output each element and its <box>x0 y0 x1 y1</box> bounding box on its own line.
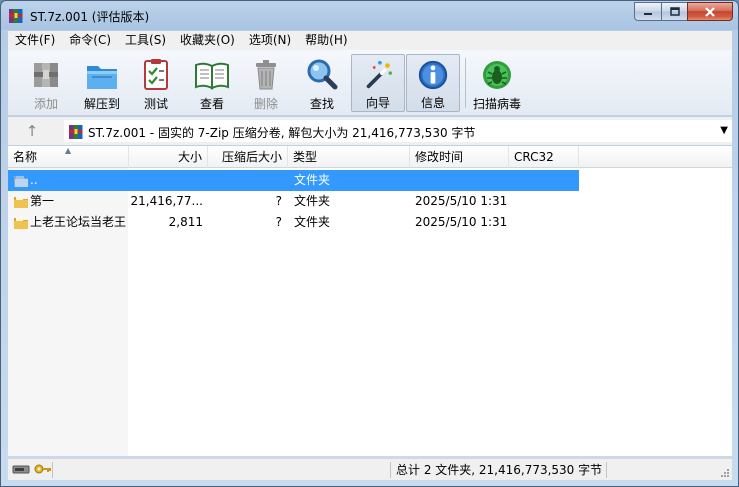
close-icon <box>705 6 715 17</box>
resize-grip-icon[interactable] <box>720 468 730 478</box>
folder-icon <box>14 196 28 208</box>
row-modified: 2025/5/10 1:31 <box>415 194 507 208</box>
title-bar[interactable]: ST.7z.001 (评估版本) <box>1 1 738 31</box>
row-name: 第一 <box>30 194 55 208</box>
path-field[interactable]: ST.7z.001 - 固实的 7-Zip 压缩分卷, 解包大小为 21,416… <box>64 120 732 142</box>
status-summary: 总计 2 文件夹, 21,416,773,530 字节 <box>396 463 603 477</box>
view-book-icon <box>195 62 229 90</box>
up-one-level-button[interactable]: ↑ <box>8 119 56 143</box>
row-type: 文件夹 <box>294 215 331 229</box>
status-separator <box>390 462 391 478</box>
row-modified: 2025/5/10 1:31 <box>415 215 507 229</box>
menu-file[interactable]: 文件(F) <box>8 31 62 50</box>
trash-icon <box>256 60 276 90</box>
up-arrow-icon: ↑ <box>25 122 39 140</box>
row-type: 文件夹 <box>294 194 331 208</box>
add-archive-icon <box>34 63 58 87</box>
virus-scan-button[interactable]: 扫描病毒 <box>470 54 524 112</box>
magnifier-icon <box>307 59 338 90</box>
row-size: 2,811 <box>168 215 203 229</box>
add-button[interactable]: 添加 <box>25 54 67 112</box>
view-button[interactable]: 查看 <box>190 54 234 112</box>
caption-buttons <box>634 2 733 22</box>
row-modified <box>415 170 507 191</box>
info-label: 信息 <box>420 96 445 110</box>
row-type: 文件夹 <box>294 173 331 187</box>
row-packed-size: ? <box>275 194 282 208</box>
address-bar: ↑ ST.7z.001 - 固实的 7-Zip 压缩分卷, 解包大小为 21,4… <box>8 117 732 145</box>
table-row[interactable]: 上老王论坛当老王 2,811 ? 文件夹 2025/5/10 1:31 <box>8 212 579 233</box>
wizard-label: 向导 <box>365 96 390 110</box>
virus-scan-label: 扫描病毒 <box>472 97 521 111</box>
window-title: ST.7z.001 (评估版本) <box>30 10 150 24</box>
column-header-name[interactable]: 名称 ▲ <box>8 146 129 168</box>
extract-to-label: 解压到 <box>83 97 120 111</box>
extract-to-button[interactable]: 解压到 <box>80 54 124 112</box>
toolbar-separator <box>465 58 466 108</box>
info-button[interactable]: 信息 <box>406 54 460 112</box>
drive-icon[interactable] <box>12 463 30 475</box>
sort-ascending-icon: ▲ <box>65 146 72 155</box>
row-crc32 <box>514 191 578 212</box>
row-crc32 <box>514 170 578 191</box>
magic-wand-icon <box>366 60 392 89</box>
status-separator <box>52 462 53 478</box>
menu-commands[interactable]: 命令(C) <box>62 31 118 50</box>
virus-bug-icon <box>483 61 511 89</box>
info-icon <box>418 60 448 90</box>
find-label: 查找 <box>309 97 334 111</box>
table-row[interactable]: 第一 21,416,77... ? 文件夹 2025/5/10 1:31 <box>8 191 579 212</box>
maximize-button[interactable] <box>661 2 687 21</box>
minimize-button[interactable] <box>634 2 661 21</box>
table-row[interactable]: .. 文件夹 <box>8 170 579 191</box>
row-crc32 <box>514 212 578 233</box>
row-packed-size <box>208 170 282 191</box>
status-icons <box>12 463 52 475</box>
archive-icon <box>69 125 83 139</box>
maximize-icon <box>669 7 680 16</box>
list-header: 名称 ▲ 大小 压缩后大小 类型 修改时间 CRC32 <box>8 146 732 168</box>
row-name: .. <box>30 173 38 187</box>
minimize-icon <box>644 12 652 15</box>
row-name: 上老王论坛当老王 <box>30 215 127 229</box>
row-size: 21,416,77... <box>130 194 203 208</box>
status-separator <box>606 462 607 478</box>
status-bar: 总计 2 文件夹, 21,416,773,530 字节 <box>8 458 732 480</box>
column-header-size[interactable]: 大小 <box>129 146 208 168</box>
row-packed-size: ? <box>275 215 282 229</box>
test-label: 测试 <box>143 97 168 111</box>
parent-folder-icon <box>14 176 28 187</box>
test-button[interactable]: 测试 <box>136 54 176 112</box>
menu-tools[interactable]: 工具(S) <box>118 31 173 50</box>
column-header-modified[interactable]: 修改时间 <box>410 146 509 168</box>
file-list[interactable]: 名称 ▲ 大小 压缩后大小 类型 修改时间 CRC32 .. 文件夹 第一 21… <box>8 146 732 456</box>
delete-label: 删除 <box>253 97 278 111</box>
key-icon[interactable] <box>34 463 52 475</box>
column-header-type[interactable]: 类型 <box>288 146 410 168</box>
column-header-crc32[interactable]: CRC32 <box>509 146 579 168</box>
delete-button[interactable]: 删除 <box>246 54 286 112</box>
path-dropdown-icon[interactable]: ▼ <box>720 125 728 136</box>
toolbar: 添加 解压到 测试 查看 删除 查找 向导 信息 扫描病毒 <box>8 50 732 116</box>
winrar-window: ST.7z.001 (评估版本) 文件(F) 命令(C) 工具(S) 收藏夹(O… <box>0 0 739 487</box>
menu-options[interactable]: 选项(N) <box>242 31 298 50</box>
find-button[interactable]: 查找 <box>302 54 342 112</box>
view-label: 查看 <box>199 97 224 111</box>
extract-folder-icon <box>87 66 117 89</box>
menu-bar: 文件(F) 命令(C) 工具(S) 收藏夹(O) 选项(N) 帮助(H) <box>8 31 732 50</box>
test-checklist-icon <box>144 59 168 90</box>
add-label: 添加 <box>33 97 58 111</box>
archive-path-text: ST.7z.001 - 固实的 7-Zip 压缩分卷, 解包大小为 21,416… <box>88 126 476 140</box>
menu-help[interactable]: 帮助(H) <box>298 31 354 50</box>
folder-icon <box>14 217 28 229</box>
menu-favorites[interactable]: 收藏夹(O) <box>173 31 242 50</box>
row-size <box>129 170 203 191</box>
column-header-packed-size[interactable]: 压缩后大小 <box>208 146 288 168</box>
close-button[interactable] <box>687 2 733 21</box>
winrar-app-icon[interactable] <box>8 8 24 24</box>
wizard-button[interactable]: 向导 <box>351 54 405 112</box>
